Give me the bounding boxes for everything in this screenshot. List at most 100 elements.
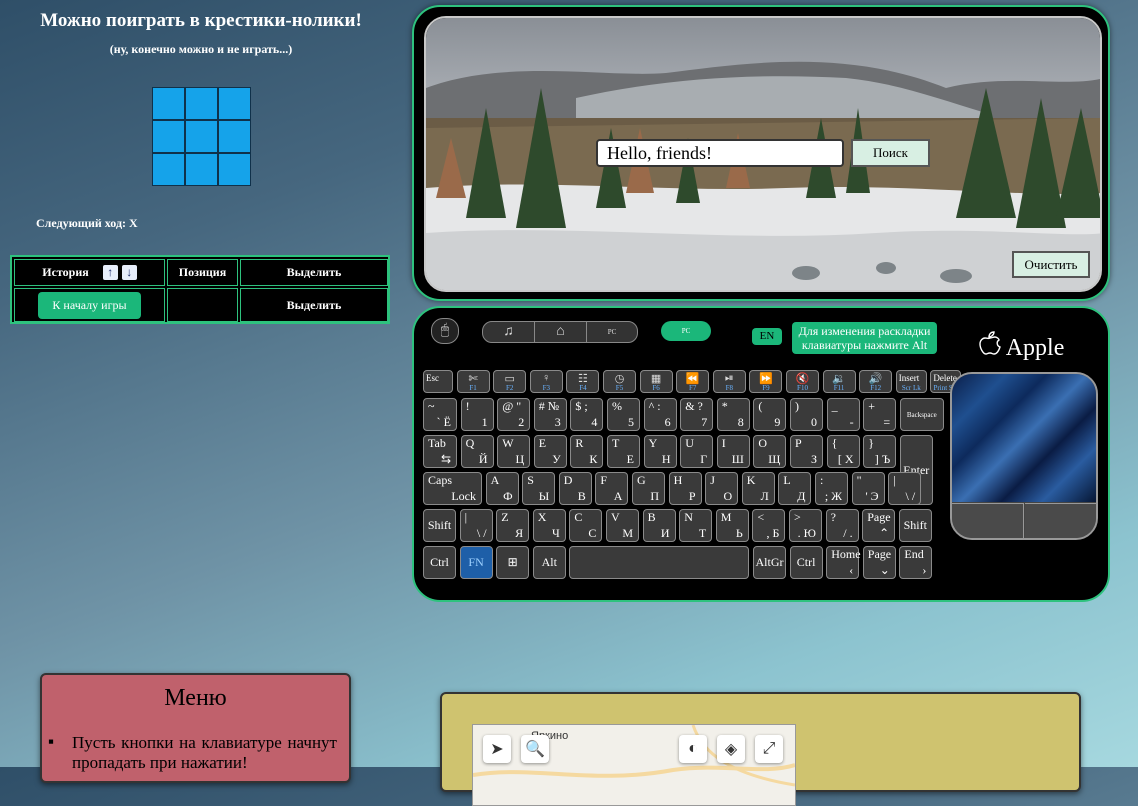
board-cell[interactable] xyxy=(185,153,218,186)
select-cell[interactable]: Выделить xyxy=(240,288,388,322)
key-tab[interactable]: Tab ⇆ xyxy=(423,435,457,468)
pc-mode-toggle[interactable]: PC xyxy=(661,321,711,341)
key-f2[interactable]: ▭ F2 xyxy=(493,370,527,393)
key-@-"[interactable]: @ " 2 xyxy=(497,398,531,431)
key-c[interactable]: CС xyxy=(569,509,603,542)
key-home[interactable]: Home ‹ xyxy=(826,546,861,579)
arrow-down-icon[interactable]: ↓ xyxy=(121,265,137,280)
key-f3[interactable]: ♀ F3 xyxy=(529,370,563,393)
mouse-icon[interactable]: 🖱 xyxy=(431,318,459,344)
board-cell[interactable] xyxy=(152,120,185,153)
key-f8[interactable]: ⏯ F8 xyxy=(712,370,746,393)
key-&-?[interactable]: & ? 7 xyxy=(680,398,714,431)
key-}[interactable]: }] Ъ xyxy=(863,435,897,468)
key-*[interactable]: * 8 xyxy=(716,398,750,431)
key-s[interactable]: SЫ xyxy=(522,472,556,505)
fullscreen-icon[interactable]: ⤢ xyxy=(755,735,783,763)
touchpad-right-button[interactable] xyxy=(1025,503,1096,538)
key-⊞[interactable]: ⊞ xyxy=(496,546,530,579)
key-shift[interactable]: Shift xyxy=(423,509,456,542)
key-backspace[interactable]: Backspace xyxy=(899,398,944,431)
key->[interactable]: >. Ю xyxy=(789,509,822,542)
arrow-up-icon[interactable]: ↑ xyxy=(102,265,118,280)
clear-button[interactable]: Очистить xyxy=(1012,251,1090,278)
key-g[interactable]: GП xyxy=(632,472,665,505)
board-cell[interactable] xyxy=(218,153,251,186)
key-^-:[interactable]: ^ :6 xyxy=(643,398,677,431)
key-q[interactable]: QЙ xyxy=(460,435,494,468)
key-_[interactable]: _ - xyxy=(826,398,860,431)
key-z[interactable]: ZЯ xyxy=(496,509,530,542)
home-icon[interactable]: ⌂ xyxy=(535,322,587,342)
touchpad[interactable] xyxy=(950,372,1098,540)
key-)[interactable]: ) 0 xyxy=(790,398,823,431)
key-n[interactable]: NТ xyxy=(679,509,713,542)
key-ctrl[interactable]: Ctrl xyxy=(423,546,456,579)
key-esc[interactable]: Esc xyxy=(423,370,453,393)
touchpad-surface[interactable] xyxy=(952,374,1096,502)
key-o[interactable]: OЩ xyxy=(753,435,787,468)
key-f9[interactable]: ⏩ F9 xyxy=(749,370,783,393)
key-f10[interactable]: 🔇 F10 xyxy=(786,370,819,393)
board-cell[interactable] xyxy=(218,87,251,120)
key-f7[interactable]: ⏪ F7 xyxy=(676,370,710,393)
key-?[interactable]: ? / . xyxy=(825,509,859,542)
key-$-;[interactable]: $ ; 4 xyxy=(570,398,604,431)
lock-pc-icon[interactable]: PC xyxy=(587,322,637,342)
key-a[interactable]: AФ xyxy=(485,472,519,505)
key-page[interactable]: Page ⌃ xyxy=(862,509,896,542)
search-input[interactable] xyxy=(596,139,844,167)
key-|[interactable]: | \ / xyxy=(888,472,922,505)
layers-icon[interactable]: ◈ xyxy=(717,735,745,763)
key-+[interactable]: + = xyxy=(863,398,897,431)
key-![interactable]: ! 1 xyxy=(460,398,494,431)
music-icon[interactable]: ♫ xyxy=(483,322,535,342)
key-b[interactable]: BИ xyxy=(642,509,676,542)
key-f1[interactable]: ✄ F1 xyxy=(456,370,490,393)
search-icon[interactable]: 🔍 xyxy=(521,735,549,763)
key-|[interactable]: | \ / xyxy=(459,509,493,542)
key-f4[interactable]: ☷ F4 xyxy=(566,370,600,393)
board-cell[interactable] xyxy=(218,120,251,153)
key-v[interactable]: VМ xyxy=(606,509,639,542)
board-cell[interactable] xyxy=(185,120,218,153)
key-alt[interactable]: Alt xyxy=(532,546,566,579)
key-r[interactable]: RК xyxy=(570,435,604,468)
key-shift[interactable]: Shift xyxy=(898,509,932,542)
key-insert[interactable]: Insert Scr Lk xyxy=(895,370,927,393)
key-<[interactable]: <, Б xyxy=(752,509,786,542)
key-#-№[interactable]: # № 3 xyxy=(533,398,567,431)
key-caps[interactable]: Caps Lock xyxy=(423,472,482,505)
key-f5[interactable]: ◷ F5 xyxy=(603,370,636,393)
key-k[interactable]: KЛ xyxy=(741,472,775,505)
key-end[interactable]: End › xyxy=(899,546,933,579)
key-:[interactable]: :; Ж xyxy=(815,472,848,505)
touchpad-left-button[interactable] xyxy=(952,503,1024,538)
key-([interactable]: (9 xyxy=(753,398,787,431)
key-m[interactable]: MЬ xyxy=(715,509,749,542)
key-fn[interactable]: FN xyxy=(459,546,493,579)
key-page[interactable]: Page ⌄ xyxy=(862,546,896,579)
go-to-start-button[interactable]: К началу игры xyxy=(38,291,141,319)
key-x[interactable]: XЧ xyxy=(532,509,566,542)
key-p[interactable]: PЗ xyxy=(790,435,823,468)
key-%-[interactable]: % 5 xyxy=(607,398,640,431)
search-button[interactable]: Поиск xyxy=(851,139,930,167)
key-f11[interactable]: 🔉 F11 xyxy=(822,370,856,393)
key-{[interactable]: {[ Х xyxy=(826,435,860,468)
key-~[interactable]: ~ ` Ё xyxy=(423,398,457,431)
board-cell[interactable] xyxy=(185,87,218,120)
key-d[interactable]: DВ xyxy=(558,472,592,505)
key-i[interactable]: IШ xyxy=(716,435,750,468)
navigate-icon[interactable]: ➤ xyxy=(483,735,511,763)
key-e[interactable]: EУ xyxy=(533,435,567,468)
traffic-icon[interactable]: ◐ xyxy=(679,735,707,763)
key-y[interactable]: YН xyxy=(643,435,677,468)
key-f12[interactable]: 🔊 F12 xyxy=(859,370,893,393)
map[interactable]: Яркино ➤ 🔍 ◐ ◈ ⤢ xyxy=(472,724,796,806)
key-ctrl[interactable]: Ctrl xyxy=(789,546,823,579)
key-f[interactable]: FА xyxy=(595,472,629,505)
key-t[interactable]: TЕ xyxy=(607,435,640,468)
key-l[interactable]: LД xyxy=(778,472,812,505)
key-j[interactable]: JО xyxy=(705,472,739,505)
